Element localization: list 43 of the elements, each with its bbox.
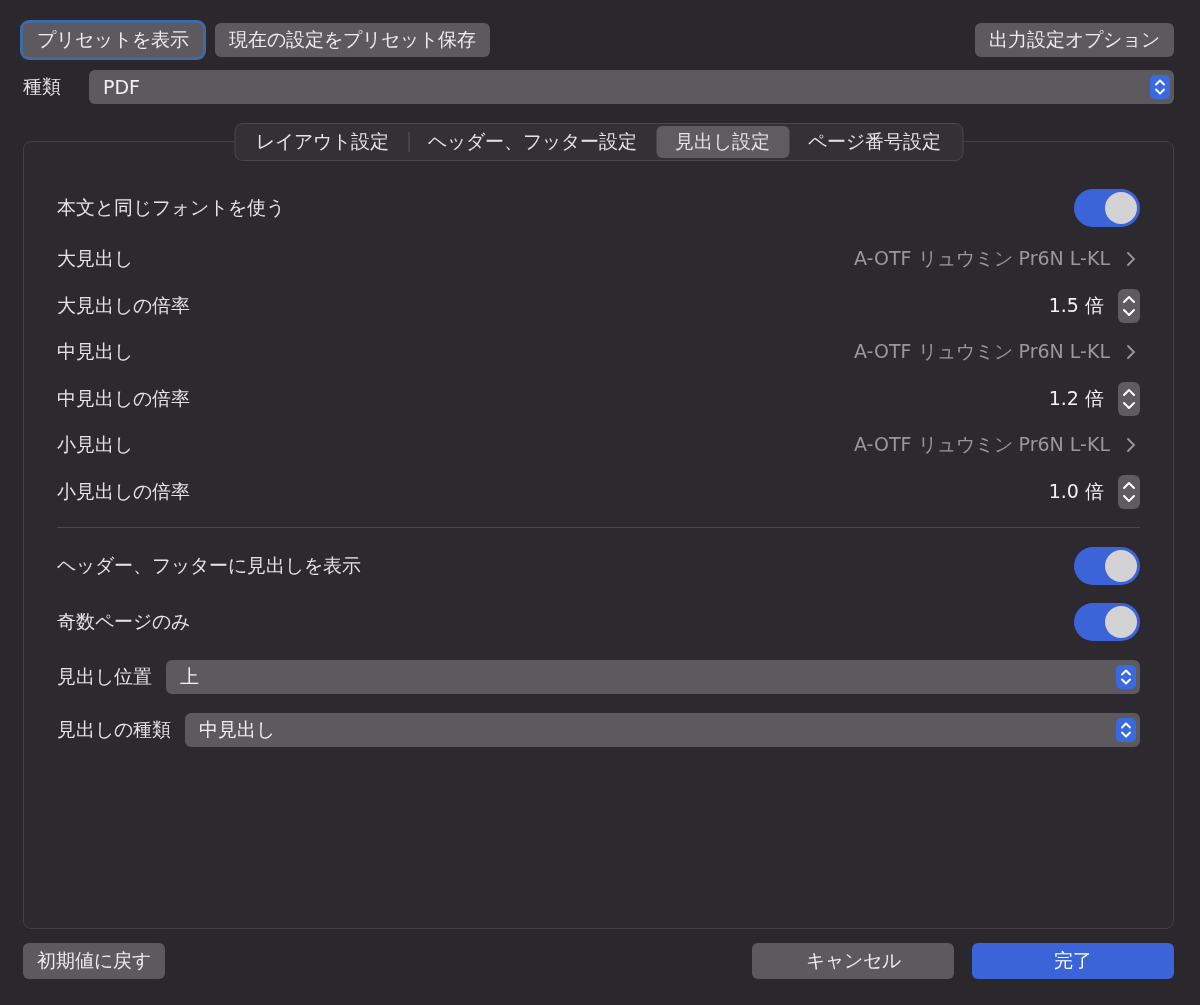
preset-button[interactable]: プリセットを表示 (23, 23, 203, 57)
reset-button[interactable]: 初期値に戻す (23, 943, 165, 979)
setting-label: 小見出し (57, 432, 133, 458)
setting-label: 大見出し (57, 246, 133, 272)
tab[interactable]: 見出し設定 (656, 126, 789, 158)
dialog-button[interactable]: キャンセル (752, 943, 954, 979)
setting-label: ヘッダー、フッターに見出しを表示 (57, 553, 361, 578)
stepper-icon[interactable] (1118, 381, 1140, 416)
dialog-button[interactable]: 完了 (972, 943, 1174, 979)
setting-label: 本文と同じフォントを使う (57, 195, 285, 220)
setting-label: 見出し位置 (57, 663, 152, 689)
stepper-icon[interactable] (1118, 288, 1140, 323)
setting-label: 大見出しの倍率 (57, 292, 190, 318)
dropdown[interactable]: 中見出し (185, 712, 1140, 747)
stepper-icon[interactable] (1118, 474, 1140, 509)
font-name[interactable]: A-OTF リュウミン Pr6N L-KL (854, 246, 1110, 273)
tab[interactable]: レイアウト設定 (237, 126, 408, 158)
scale-value: 1.2 倍 (1048, 385, 1104, 411)
setting-label: 奇数ページのみ (57, 609, 190, 634)
chevron-updown-icon (1116, 664, 1136, 689)
type-dropdown[interactable]: PDF (89, 70, 1174, 104)
font-name[interactable]: A-OTF リュウミン Pr6N L-KL (854, 432, 1110, 459)
scale-value: 1.5 倍 (1048, 292, 1104, 318)
setting-label: 見出しの種類 (57, 716, 171, 742)
scale-value: 1.0 倍 (1048, 478, 1104, 504)
preset-button[interactable]: 現在の設定をプリセット保存 (215, 23, 490, 57)
chevron-right-icon (1126, 437, 1136, 454)
tab[interactable]: ヘッダー、フッター設定 (409, 126, 656, 158)
type-label: 種類 (23, 74, 61, 99)
toggle-switch[interactable] (1074, 603, 1140, 641)
output-options-button[interactable]: 出力設定オプション (975, 23, 1174, 57)
chevron-right-icon (1126, 251, 1136, 268)
tab[interactable]: ページ番号設定 (789, 126, 960, 158)
dropdown[interactable]: 上 (166, 659, 1140, 694)
toggle-switch[interactable] (1074, 547, 1140, 585)
font-name[interactable]: A-OTF リュウミン Pr6N L-KL (854, 339, 1110, 366)
chevron-right-icon (1126, 344, 1136, 361)
chevron-updown-icon (1116, 717, 1136, 742)
setting-label: 中見出し (57, 339, 133, 365)
chevron-updown-icon (1150, 75, 1170, 99)
setting-label: 中見出しの倍率 (57, 385, 190, 411)
setting-label: 小見出しの倍率 (57, 478, 190, 504)
toggle-switch[interactable] (1074, 189, 1140, 227)
